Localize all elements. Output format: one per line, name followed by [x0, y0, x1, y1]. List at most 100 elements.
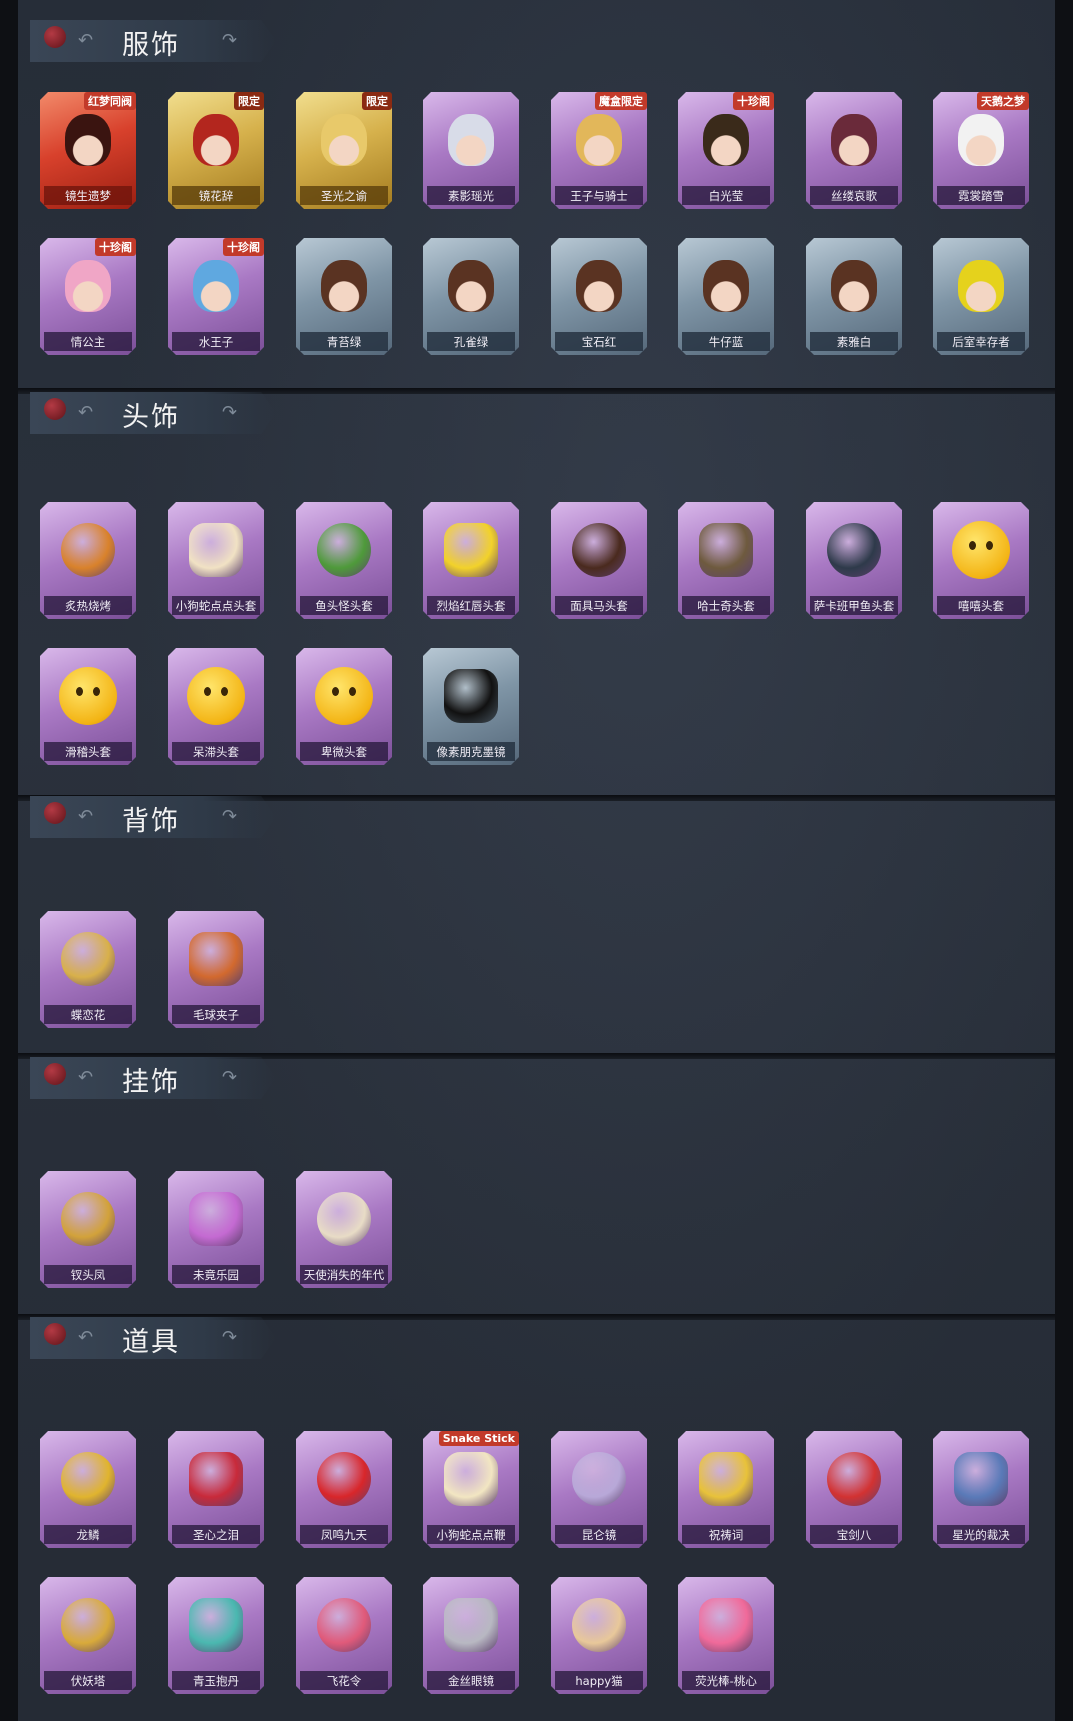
label-bar: 昆仑镜	[555, 1525, 643, 1544]
item-card[interactable]: 十珍阁 情公主	[40, 238, 136, 355]
item-card[interactable]: 青玉抱丹	[168, 1577, 264, 1694]
item-card[interactable]: happy猫	[551, 1577, 647, 1694]
label-bar: 水王子	[172, 332, 260, 351]
arrow-right-icon[interactable]: ↷	[222, 1327, 237, 1348]
item-card[interactable]: 限定 圣光之谕	[296, 92, 392, 209]
item-art	[58, 518, 118, 582]
label-bar: 宝石红	[555, 332, 643, 351]
item-card[interactable]: 飞花令	[296, 1577, 392, 1694]
arrow-right-icon[interactable]: ↷	[222, 1067, 237, 1088]
item-card[interactable]: 像素朋克墨镜	[423, 648, 519, 765]
item-label: 金丝眼镜	[448, 1674, 494, 1688]
section-header[interactable]: ↶ 头饰 ↷	[30, 392, 276, 434]
item-art	[569, 254, 629, 318]
arrow-right-icon[interactable]: ↷	[222, 30, 237, 51]
label-bar: 镜生遗梦	[44, 186, 132, 205]
item-card[interactable]: 丝缕哀歌	[806, 92, 902, 209]
item-card[interactable]: 呆滞头套	[168, 648, 264, 765]
item-art	[58, 1187, 118, 1251]
item-card[interactable]: 滑稽头套	[40, 648, 136, 765]
item-label: 白光莹	[708, 189, 744, 203]
item-card[interactable]: 红梦同阀 镜生遗梦	[40, 92, 136, 209]
item-label: 王子与骑士	[570, 189, 628, 203]
item-card[interactable]: 荧光棒-桃心	[678, 1577, 774, 1694]
item-card[interactable]: 蝶恋花	[40, 911, 136, 1028]
section-header[interactable]: ↶ 背饰 ↷	[30, 796, 276, 838]
label-bar: 牛仔蓝	[682, 332, 770, 351]
item-card[interactable]: 青苔绿	[296, 238, 392, 355]
item-card[interactable]: 限定 镜花辞	[168, 92, 264, 209]
item-label: 钗头凤	[70, 1268, 106, 1282]
character-portrait-icon	[193, 114, 239, 166]
item-card[interactable]: 面具马头套	[551, 502, 647, 619]
arrow-right-icon[interactable]: ↷	[222, 806, 237, 827]
item-card[interactable]: 十珍阁水王子	[168, 238, 264, 355]
label-bar: 青玉抱丹	[172, 1671, 260, 1690]
item-card[interactable]: 祝祷词	[678, 1431, 774, 1548]
arrow-left-icon[interactable]: ↶	[78, 402, 93, 423]
collection-page: ↶ 服饰 ↷ 红梦同阀 镜生遗梦 限定 镜花辞 限定 圣光之谕 素影瑶光 魔盒限定 王子与骑士 十珍阁白…	[18, 0, 1055, 1721]
item-card[interactable]: 卑微头套	[296, 648, 392, 765]
item-card[interactable]: 炙热烧烤	[40, 502, 136, 619]
item-art	[314, 1447, 374, 1511]
item-card[interactable]: 烈焰红唇头套	[423, 502, 519, 619]
item-card[interactable]: 天使消失的年代	[296, 1171, 392, 1288]
label-bar: 萨卡班甲鱼头套	[810, 596, 898, 615]
accessory-icon	[61, 1192, 115, 1246]
item-card[interactable]: 孔雀绿	[423, 238, 519, 355]
section-header[interactable]: ↶ 道具 ↷	[30, 1317, 276, 1359]
section-header[interactable]: ↶ 服饰 ↷	[30, 20, 276, 62]
item-card[interactable]: 鱼头怪头套	[296, 502, 392, 619]
arrow-left-icon[interactable]: ↶	[78, 1327, 93, 1348]
arrow-left-icon[interactable]: ↶	[78, 806, 93, 827]
item-card[interactable]: 宝石红	[551, 238, 647, 355]
label-bar: 白光莹	[682, 186, 770, 205]
item-card[interactable]: 牛仔蓝	[678, 238, 774, 355]
section-header[interactable]: ↶ 挂饰 ↷	[30, 1057, 276, 1099]
item-label: 飞花令	[326, 1674, 362, 1688]
label-bar: 素影瑶光	[427, 186, 515, 205]
item-card[interactable]: 后室幸存者	[933, 238, 1029, 355]
arrow-left-icon[interactable]: ↶	[78, 1067, 93, 1088]
item-card[interactable]: 金丝眼镜	[423, 1577, 519, 1694]
item-art	[314, 1593, 374, 1657]
item-label: 龙鳞	[76, 1528, 100, 1542]
item-card[interactable]: 哈士奇头套	[678, 502, 774, 619]
item-card[interactable]: 昆仑镜	[551, 1431, 647, 1548]
item-card[interactable]: 钗头凤	[40, 1171, 136, 1288]
accessory-icon	[699, 523, 753, 577]
item-card[interactable]: 嘻嘻头套	[933, 502, 1029, 619]
accessory-icon	[572, 523, 626, 577]
item-card[interactable]: 圣心之泪	[168, 1431, 264, 1548]
item-label: 情公主	[70, 335, 106, 349]
item-label: 圣光之谕	[321, 189, 367, 203]
item-card[interactable]: 星光的裁决	[933, 1431, 1029, 1548]
item-card[interactable]: 萨卡班甲鱼头套	[806, 502, 902, 619]
label-bar: 荧光棒-桃心	[682, 1671, 770, 1690]
item-label: 面具马头套	[570, 599, 628, 613]
item-label: 毛球夹子	[193, 1008, 239, 1022]
tag-badge: 魔盒限定	[595, 92, 647, 110]
character-portrait-icon	[448, 114, 494, 166]
item-card[interactable]: 小狗蛇点点头套	[168, 502, 264, 619]
item-card[interactable]: 十珍阁 白光莹	[678, 92, 774, 209]
item-card[interactable]: 素雅白	[806, 238, 902, 355]
item-card[interactable]: 毛球夹子	[168, 911, 264, 1028]
item-art	[569, 518, 629, 582]
item-card[interactable]: 宝剑八	[806, 1431, 902, 1548]
item-card[interactable]: 龙鳞	[40, 1431, 136, 1548]
item-card[interactable]: 魔盒限定王子与骑士	[551, 92, 647, 209]
item-card[interactable]: 凤鸣九天	[296, 1431, 392, 1548]
item-card[interactable]: 未竟乐园	[168, 1171, 264, 1288]
arrow-right-icon[interactable]: ↷	[222, 402, 237, 423]
tag-badge: 十珍阁	[223, 238, 264, 256]
item-art	[441, 518, 501, 582]
item-card[interactable]: 天鹅之梦 霓裳踏雪	[933, 92, 1029, 209]
accessory-icon	[827, 523, 881, 577]
item-card[interactable]: Snake Stick 小狗蛇点点鞭	[423, 1431, 519, 1548]
arrow-left-icon[interactable]: ↶	[78, 30, 93, 51]
item-card[interactable]: 素影瑶光	[423, 92, 519, 209]
label-bar: 小狗蛇点点头套	[172, 596, 260, 615]
item-card[interactable]: 伏妖塔	[40, 1577, 136, 1694]
label-bar: 炙热烧烤	[44, 596, 132, 615]
